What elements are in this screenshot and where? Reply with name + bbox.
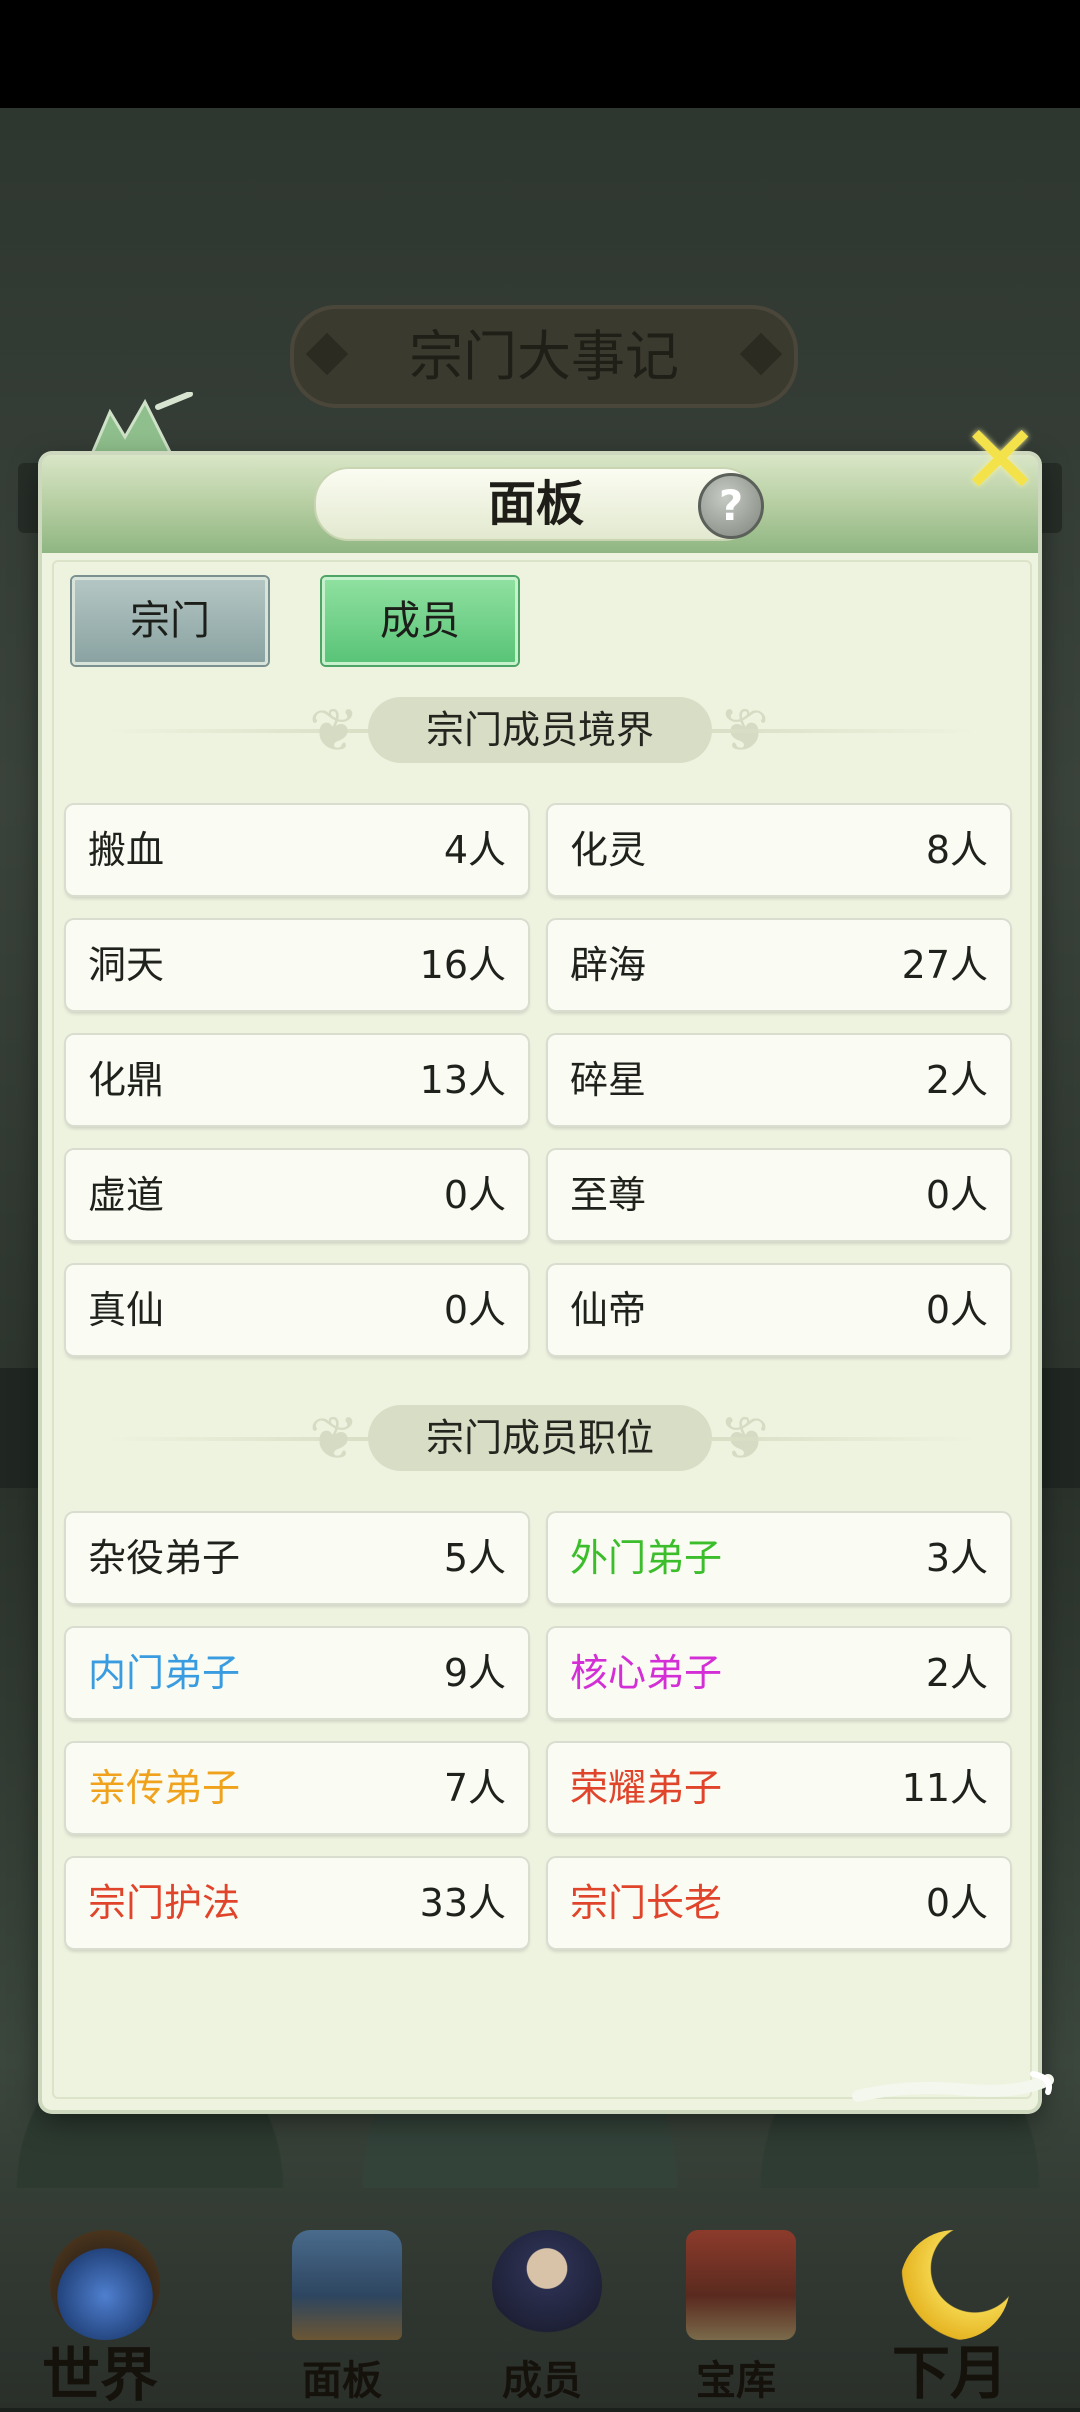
pagoda-icon	[686, 2230, 796, 2340]
crescent-moon-icon	[900, 2230, 1010, 2340]
realm-label: 真仙	[88, 1288, 165, 1332]
position-count: 2人	[925, 1651, 988, 1695]
realm-count: 4人	[443, 828, 506, 872]
realm-count: 8人	[925, 828, 988, 872]
realm-label: 搬血	[88, 828, 165, 872]
position-label: 核心弟子	[570, 1651, 723, 1695]
nav-treasury-label: 宝库	[696, 2357, 776, 2404]
realm-card: 虚道 0人	[66, 1150, 528, 1240]
position-count: 5人	[443, 1536, 506, 1580]
close-icon[interactable]: ✕	[960, 412, 1040, 508]
scroll-ornament-icon: ❦	[308, 696, 360, 766]
tab-members[interactable]: 成员	[322, 577, 518, 665]
position-label: 宗门长老	[570, 1881, 723, 1925]
realm-count: 13人	[419, 1058, 506, 1102]
realm-count: 0人	[925, 1288, 988, 1332]
position-count: 11人	[901, 1766, 988, 1810]
position-section-header: ❦ 宗门成员职位 ❦	[42, 1403, 1038, 1475]
cultivator-icon	[492, 2230, 602, 2340]
nav-panel-label: 面板	[302, 2357, 382, 2404]
realm-card: 洞天 16人	[66, 920, 528, 1010]
position-card: 外门弟子 3人	[548, 1513, 1010, 1603]
nav-panel[interactable]: 面板	[252, 2210, 432, 2408]
nav-members-label: 成员	[502, 2357, 582, 2404]
status-bar	[0, 0, 1080, 108]
position-card: 宗门护法 33人	[66, 1858, 528, 1948]
position-card: 宗门长老 0人	[548, 1858, 1010, 1948]
realm-count: 16人	[419, 943, 506, 987]
panel-dialog: 面板 ? 宗门 成员 ❦ 宗门成员境界 ❦ 搬血 4人 化灵 8人 洞天 16人…	[42, 455, 1038, 2110]
nav-next-month[interactable]: 下月	[860, 2210, 1040, 2408]
position-count: 0人	[925, 1881, 988, 1925]
realm-card: 真仙 0人	[66, 1265, 528, 1355]
position-count: 33人	[419, 1881, 506, 1925]
position-label: 内门弟子	[88, 1651, 241, 1695]
realm-label: 碎星	[570, 1058, 647, 1102]
help-icon[interactable]: ?	[698, 473, 764, 539]
realm-count: 2人	[925, 1058, 988, 1102]
scroll-ornament-icon: ❦	[308, 1404, 360, 1474]
position-card: 内门弟子 9人	[66, 1628, 528, 1718]
tab-sect[interactable]: 宗门	[72, 577, 268, 665]
divider	[708, 1437, 978, 1441]
realm-count: 0人	[925, 1173, 988, 1217]
realm-card: 化灵 8人	[548, 805, 1010, 895]
realm-section-header: ❦ 宗门成员境界 ❦	[42, 695, 1038, 767]
position-label: 宗门护法	[88, 1881, 241, 1925]
position-label: 外门弟子	[570, 1536, 723, 1580]
position-card: 亲传弟子 7人	[66, 1743, 528, 1833]
position-label: 亲传弟子	[88, 1766, 241, 1810]
position-card: 荣耀弟子 11人	[548, 1743, 1010, 1833]
realm-label: 化鼎	[88, 1058, 165, 1102]
position-count: 7人	[443, 1766, 506, 1810]
realm-label: 辟海	[570, 943, 647, 987]
realm-count: 0人	[443, 1288, 506, 1332]
nav-world[interactable]: 世界	[10, 2210, 190, 2409]
realm-label: 化灵	[570, 828, 647, 872]
position-label: 荣耀弟子	[570, 1766, 723, 1810]
nav-next-month-label: 下月	[891, 2339, 1008, 2407]
cloud-icon	[852, 2071, 1054, 2102]
position-card: 核心弟子 2人	[548, 1628, 1010, 1718]
divider	[708, 729, 978, 733]
realm-count: 0人	[443, 1173, 506, 1217]
nav-members[interactable]: 成员	[452, 2210, 632, 2408]
realm-card: 化鼎 13人	[66, 1035, 528, 1125]
realm-label: 虚道	[88, 1173, 165, 1217]
realm-label: 洞天	[88, 943, 165, 987]
position-count: 3人	[925, 1536, 988, 1580]
realm-count: 27人	[901, 943, 988, 987]
position-label: 杂役弟子	[88, 1536, 241, 1580]
realm-card: 碎星 2人	[548, 1035, 1010, 1125]
realm-card: 搬血 4人	[66, 805, 528, 895]
bottom-nav: 世界 面板 成员 宝库 下月	[0, 2210, 1080, 2409]
palace-orb-icon	[50, 2230, 160, 2340]
realm-label: 至尊	[570, 1173, 647, 1217]
position-card: 杂役弟子 5人	[66, 1513, 528, 1603]
realm-label: 仙帝	[570, 1288, 647, 1332]
realm-section-title: 宗门成员境界	[368, 697, 712, 763]
nav-world-label: 世界	[41, 2341, 158, 2409]
panel-title: 面板	[314, 467, 758, 541]
realm-card: 辟海 27人	[548, 920, 1010, 1010]
position-count: 9人	[443, 1651, 506, 1695]
position-section-title: 宗门成员职位	[368, 1405, 712, 1471]
nav-treasury[interactable]: 宝库	[646, 2210, 826, 2408]
event-log-title: 宗门大事记	[290, 305, 798, 408]
realm-card: 至尊 0人	[548, 1150, 1010, 1240]
gate-icon	[292, 2230, 402, 2340]
realm-card: 仙帝 0人	[548, 1265, 1010, 1355]
